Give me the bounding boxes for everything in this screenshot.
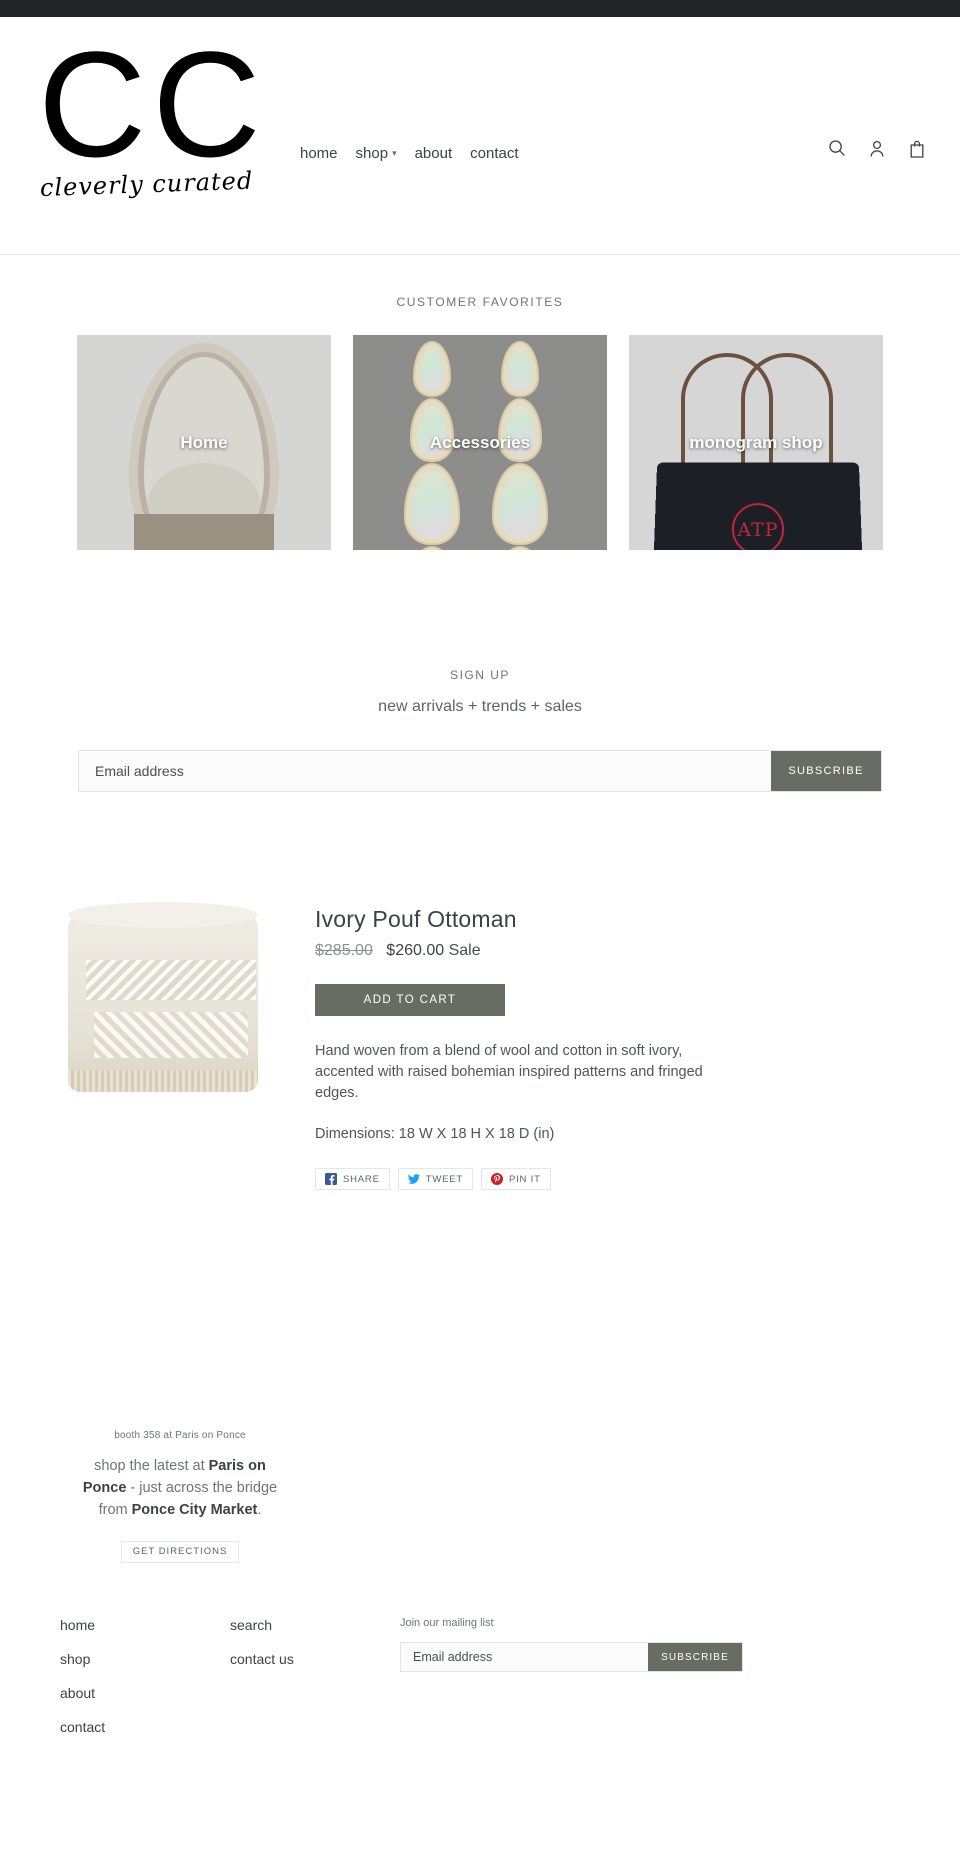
cart-icon[interactable] (908, 139, 926, 159)
footer-newsletter: Join our mailing list SUBSCRIBE (400, 1617, 900, 1753)
footer-column-secondary: search contact us (230, 1617, 400, 1753)
product-description: Hand woven from a blend of wool and cott… (315, 1043, 703, 1101)
nav-item-home[interactable]: home (300, 144, 338, 164)
favorite-card-label: monogram shop (689, 432, 823, 452)
signup-form: SUBSCRIBE (78, 750, 882, 792)
product-title: Ivory Pouf Ottoman (315, 906, 517, 932)
site-logo[interactable]: CC cleverly curated (38, 20, 268, 204)
store-blurb-part: shop the latest at (94, 1458, 209, 1474)
share-pinterest-button[interactable]: PIN IT (480, 1168, 551, 1190)
favorite-card-home[interactable]: Home (77, 335, 331, 550)
signup-email-input[interactable] (79, 751, 771, 791)
product-sale-badge: Sale (448, 942, 481, 959)
section-title: CUSTOMER FAVORITES (396, 295, 564, 309)
product-price-sale: $260.00 (386, 942, 445, 959)
account-icon[interactable] (868, 139, 886, 159)
footer-subscribe-button[interactable]: SUBSCRIBE (648, 1643, 742, 1671)
footer-email-input[interactable] (401, 1643, 648, 1671)
add-to-cart-button[interactable]: ADD TO CART (315, 984, 505, 1016)
footer-link-search[interactable]: search (230, 1617, 400, 1633)
footer-link-home[interactable]: home (60, 1617, 230, 1633)
favorite-card-monogram-shop[interactable]: ATP monogram shop (629, 335, 883, 550)
pinterest-icon (490, 1173, 503, 1185)
favorite-card-accessories[interactable]: Accessories (353, 335, 607, 550)
product-image[interactable] (60, 892, 275, 1122)
store-location-section: booth 358 at Paris on Ponce shop the lat… (20, 1190, 340, 1563)
twitter-icon (407, 1173, 420, 1185)
logo-monogram: CC (38, 20, 267, 188)
chevron-down-icon: ▾ (392, 148, 397, 158)
facebook-icon (325, 1173, 337, 1185)
search-icon[interactable] (828, 139, 846, 159)
footer-newsletter-form: SUBSCRIBE (400, 1642, 743, 1672)
main-navigation: home shop ▾ about contact (300, 143, 519, 164)
site-header: CC cleverly curated home shop ▾ about con… (0, 17, 960, 255)
footer-link-shop[interactable]: shop (60, 1651, 230, 1667)
pouf-ottoman-illustration (68, 902, 258, 1082)
footer-link-about[interactable]: about (60, 1685, 230, 1701)
nav-item-contact[interactable]: contact (470, 144, 518, 164)
share-twitter-button[interactable]: TWEET (397, 1168, 473, 1190)
pouf-fringe (68, 1070, 258, 1092)
get-directions-button[interactable]: GET DIRECTIONS (120, 1541, 240, 1563)
footer-link-contact[interactable]: contact (60, 1719, 230, 1735)
store-booth-text: booth 358 at Paris on Ponce (114, 1430, 246, 1441)
share-pinterest-label: PIN IT (508, 1173, 541, 1185)
product-price-row: $285.00 $260.00 Sale (315, 942, 900, 960)
product-price-original: $285.00 (315, 942, 373, 959)
nav-item-shop-label: shop (355, 145, 389, 162)
footer-newsletter-heading: Join our mailing list (400, 1617, 494, 1629)
store-blurb-highlight-ponce-city-market: Ponce City Market (131, 1502, 258, 1518)
announcement-bar (0, 0, 960, 17)
header-icon-group (828, 139, 926, 159)
share-facebook-button[interactable]: SHARE (315, 1168, 390, 1190)
footer-link-contact-us[interactable]: contact us (230, 1651, 400, 1667)
newsletter-signup-section: SIGN UP new arrivals + trends + sales SU… (0, 550, 960, 792)
favorites-grid: Home Accessories ATP monogram shop (0, 335, 960, 550)
share-facebook-label: SHARE (343, 1173, 380, 1185)
signup-subtitle: new arrivals + trends + sales (378, 698, 582, 715)
share-row: SHARE TWEET PIN IT (315, 1168, 900, 1190)
product-info: Ivory Pouf Ottoman $285.00 $260.00 Sale … (315, 892, 900, 1190)
signup-kicker: SIGN UP (450, 668, 510, 682)
featured-product-section: Ivory Pouf Ottoman $285.00 $260.00 Sale … (0, 792, 960, 1190)
favorite-card-label: Accessories (429, 432, 531, 452)
site-footer: home shop about contact search contact u… (0, 1617, 960, 1793)
share-twitter-label: TWEET (425, 1173, 463, 1185)
signup-subscribe-button[interactable]: SUBSCRIBE (771, 751, 881, 791)
nav-item-about[interactable]: about (415, 144, 453, 164)
favorite-card-label: Home (180, 432, 228, 452)
customer-favorites-section: CUSTOMER FAVORITES Home Accessories ATP … (0, 255, 960, 550)
store-blurb-part: . (257, 1502, 262, 1518)
product-dimensions: Dimensions: 18 W X 18 H X 18 D (in) (315, 1126, 555, 1142)
store-blurb: shop the latest at Paris on Ponce - just… (20, 1455, 340, 1521)
nav-item-shop[interactable]: shop ▾ (356, 143, 397, 164)
footer-column-primary: home shop about contact (60, 1617, 230, 1753)
